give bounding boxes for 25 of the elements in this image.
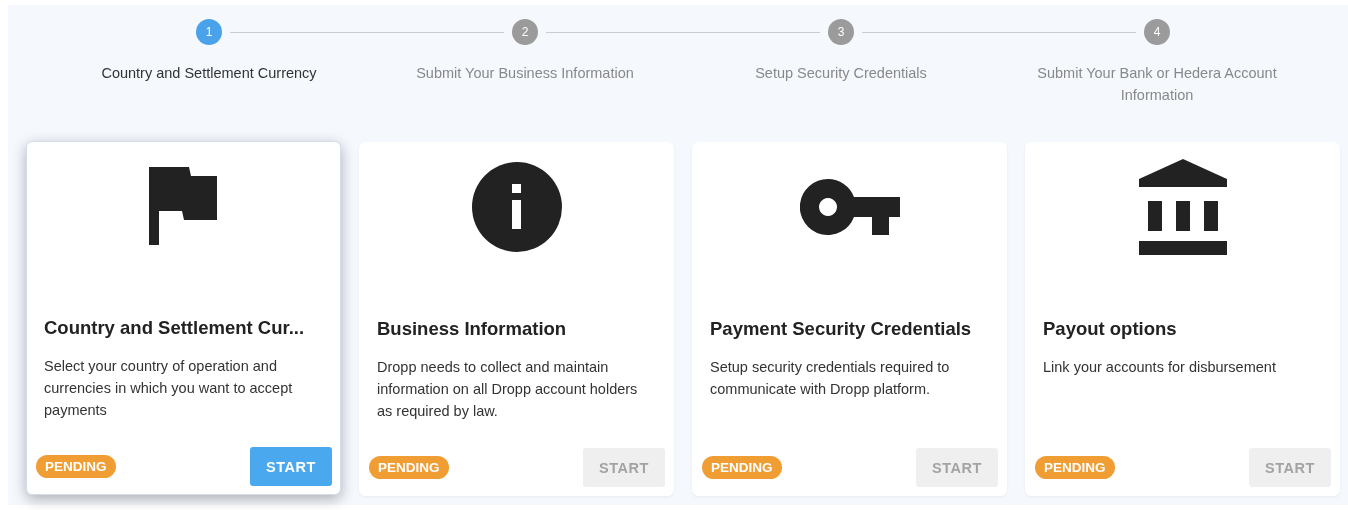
step-label: Submit Your Bank or Hedera Account Information [1036,64,1278,105]
step-label: Setup Security Credentials [755,64,927,83]
step-number[interactable]: 3 [828,19,854,45]
card-description: Link your accounts for disbursement [1043,358,1277,377]
card-title: Payment Security Credentials [710,317,973,341]
step-number[interactable]: 2 [512,19,538,45]
key-icon [799,179,900,235]
step-number[interactable]: 4 [1144,19,1170,45]
card-description: Select your country of operation and currencies in which you want to accept payments [44,357,294,420]
start-button[interactable]: START [250,447,332,486]
step-number[interactable]: 1 [196,19,222,45]
card-description: Setup security credentials required to communicate with Dropp platform. [710,358,951,399]
info-icon [471,162,562,252]
card-title: Country and Settlement Cur... [44,316,306,340]
card-description: Dropp needs to collect and maintain information on all Dropp account holders as required by law. [377,358,639,421]
status-badge: PENDING [1035,456,1115,479]
step-label: Country and Settlement Currency [101,64,317,83]
bank-icon [1138,159,1227,255]
card-title: Payout options [1043,317,1178,341]
card-title: Business Information [377,317,568,341]
status-badge: PENDING [369,456,449,479]
step-label: Submit Your Business Information [416,64,634,83]
flag-icon [148,167,219,245]
status-badge: PENDING [702,456,782,479]
status-badge: PENDING [36,455,116,478]
